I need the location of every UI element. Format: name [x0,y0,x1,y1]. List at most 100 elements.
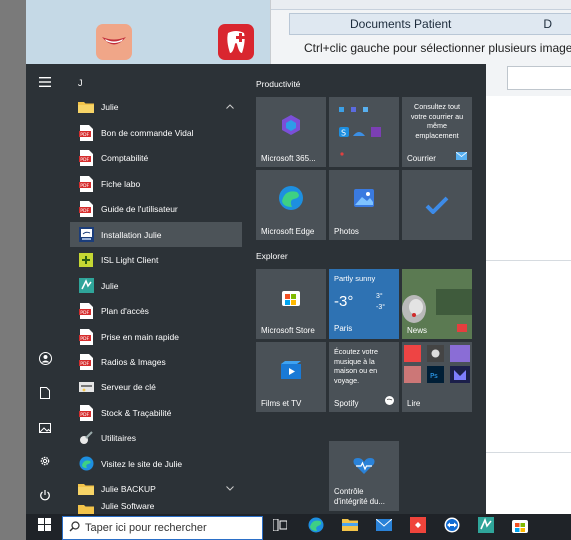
app-item-installation-julie[interactable]: Installation Julie [70,222,242,247]
search-box[interactable]: Taper ici pour rechercher [62,516,263,540]
app-item-prise-en-main[interactable]: PDF Prise en main rapide [70,324,242,349]
tile-courrier[interactable]: Consultez tout votre courrier au même em… [402,97,472,167]
app-label: Fiche labo [101,178,141,189]
news-badge-icon [457,324,467,334]
pdf-icon: PDF [78,200,94,217]
key-server-icon [78,379,94,395]
utilities-icon [78,430,94,446]
app-item-julie[interactable]: Julie [70,273,242,298]
app-list: J Julie PDF Bon de commande Vidal PDF Co… [70,64,242,514]
app-label: Comptabilité [101,152,149,163]
start-button[interactable] [26,514,62,540]
windows-icon [37,518,51,536]
taskbar-anydesk-button[interactable] [408,516,428,538]
app-label: Prise en main rapide [101,331,179,342]
photos-icon [329,170,399,226]
weather-temperature: -3° [334,293,354,310]
pdf-icon: PDF [78,124,94,141]
folder-icon [78,481,94,497]
isl-icon [78,252,94,268]
hamburger-menu-button[interactable] [26,66,64,100]
start-rail [26,64,64,514]
app-item-comptabilite[interactable]: PDF Comptabilité [70,145,242,170]
tile-todo[interactable] [402,170,472,240]
taskbar-teamviewer-button[interactable] [442,517,462,537]
picture-icon [39,420,51,438]
app-text-field[interactable] [507,66,571,90]
tile-label: Courrier [407,154,436,163]
mail-icon [455,151,468,162]
documents-button[interactable] [26,378,64,412]
tile-label: Microsoft 365... [261,154,316,163]
documents-patient-header: Documents Patient [350,17,452,31]
app-item-radios-images[interactable]: PDF Radios & Images [70,349,242,374]
edge-icon [78,456,94,472]
film-icon [256,342,326,398]
svg-text:PDF: PDF [80,183,89,189]
documents-header: Documents Patient D [289,13,571,35]
taskbar-store-button[interactable] [510,517,530,537]
tile-photos[interactable]: Photos [329,170,399,240]
folder-julie-software[interactable]: Julie Software [70,501,242,514]
tile-weather[interactable]: Partly sunny -3° 3° -3° Paris [329,269,399,339]
anydesk-icon [410,516,426,538]
task-view-button[interactable] [270,517,290,537]
gear-icon [39,454,51,472]
tile-controle-integrite[interactable]: Contrôle d'intégrité du... [329,441,399,511]
app-label: Julie Software [101,501,155,511]
pdf-icon: PDF [78,149,94,166]
taskbar-mail-button[interactable] [374,517,394,537]
power-button[interactable] [26,480,64,514]
app-item-plan-acces[interactable]: PDF Plan d'accès [70,298,242,323]
app-item-guide[interactable]: PDF Guide de l'utilisateur [70,196,242,221]
app-item-isl-light[interactable]: ISL Light Client [70,247,242,272]
tile-label: Spotify [334,399,359,408]
tooth-app-icon[interactable] [218,24,254,60]
user-account-button[interactable] [26,344,64,378]
tile-spotify[interactable]: Écoutez votre musique à la maison ou en … [329,342,399,412]
folder-icon [78,501,94,514]
app-item-serveur-de-cle[interactable]: Serveur de clé [70,374,242,399]
smile-app-icon[interactable] [96,24,132,60]
taskbar-edge-button[interactable] [306,517,326,537]
pdf-icon: PDF [78,302,94,319]
taskbar-julie-button[interactable] [476,516,496,537]
document-icon [40,386,50,404]
taskbar-explorer-button[interactable] [340,517,360,537]
search-placeholder: Taper ici pour rechercher [85,522,207,534]
app-item-bon-de-commande[interactable]: PDF Bon de commande Vidal [70,120,242,145]
folder-julie[interactable]: Julie [70,94,242,119]
app-side-panel [483,96,571,536]
tile-microsoft-store[interactable]: Microsoft Store [256,269,326,339]
taskbar: Taper ici pour rechercher [26,514,571,540]
weather-low: -3° [376,304,386,311]
tile-microsoft-edge[interactable]: Microsoft Edge [256,170,326,240]
tile-films-tv[interactable]: Films et TV [256,342,326,412]
power-icon [39,488,51,506]
svg-text:PDF: PDF [80,336,89,342]
tiles-area: Productivité Microsoft 365... S Consulte… [254,64,486,514]
app-item-stock[interactable]: PDF Stock & Traçabilité [70,400,242,425]
app-item-fiche-labo[interactable]: PDF Fiche labo [70,171,242,196]
app-label: Plan d'accès [101,305,149,316]
app-label: Serveur de clé [101,381,156,392]
tile-label: Photos [334,227,359,236]
tile-microsoft-365[interactable]: Microsoft 365... [256,97,326,167]
mail-promo-text: Consultez tout votre courrier au même em… [410,102,464,140]
folder-icon [78,99,94,115]
group-title-productivite[interactable]: Productivité [256,79,300,89]
pictures-button[interactable] [26,412,64,446]
app-item-utilitaires[interactable]: Utilitaires [70,425,242,450]
tile-news[interactable]: News [402,269,472,339]
tile-lire[interactable]: Ps Lire [402,342,472,412]
group-title-explorer[interactable]: Explorer [256,251,288,261]
app-label: Radios & Images [101,356,166,367]
folder-julie-backup[interactable]: Julie BACKUP [70,476,242,501]
tile-office-apps[interactable]: S [329,97,399,167]
desktop [26,0,270,64]
letter-header-j[interactable]: J [78,78,83,88]
store-icon [256,269,326,325]
settings-button[interactable] [26,446,64,480]
app-item-visitez-site[interactable]: Visitez le site de Julie [70,451,242,476]
edge-icon [256,170,326,226]
